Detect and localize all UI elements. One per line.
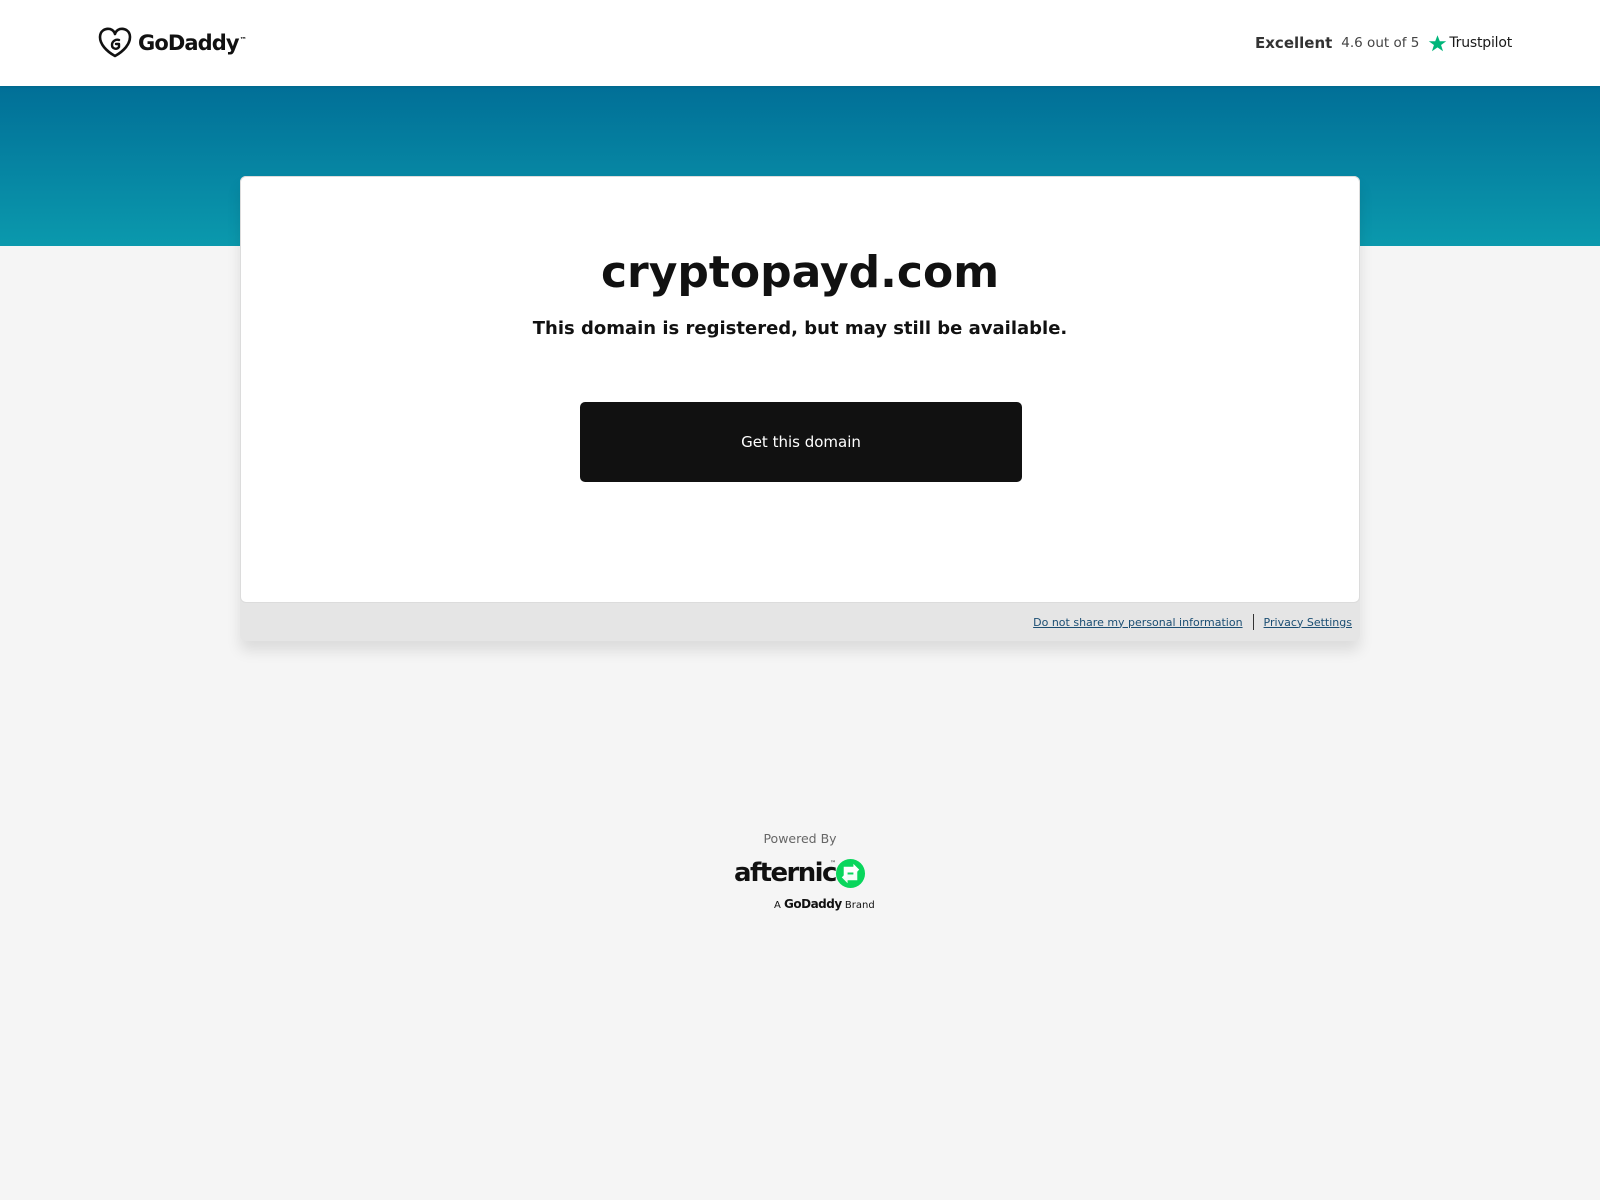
do-not-share-link[interactable]: Do not share my personal information (1033, 616, 1242, 629)
powered-by: Powered By (0, 828, 1600, 847)
domain-name: cryptopayd.com (600, 247, 1000, 298)
card-footer: Do not share my personal information Pri… (240, 603, 1360, 641)
domain-status-text: This domain is registered, but may still… (532, 318, 1068, 339)
afternic-arrows-icon (835, 858, 866, 889)
rating-score: 4.6 out of 5 (1341, 35, 1420, 51)
afternic-logo[interactable]: afternic ™ A GoDaddy Brand (734, 856, 875, 912)
top-header: GoDaddy™ Excellent 4.6 out of 5 Trustpil… (0, 0, 1600, 86)
powered-by-label: Powered By (763, 831, 837, 846)
trustpilot-star-icon (1429, 34, 1447, 51)
footer-divider (1252, 614, 1254, 630)
rating-word: Excellent (1255, 34, 1333, 52)
godaddy-logo[interactable]: GoDaddy™ (98, 27, 247, 59)
godaddy-small-wordmark: GoDaddy (784, 897, 842, 911)
godaddy-heart-icon (98, 27, 132, 58)
domain-card-container: cryptopayd.com This domain is registered… (240, 176, 1360, 641)
domain-card: cryptopayd.com This domain is registered… (240, 176, 1360, 603)
godaddy-brand-line: A GoDaddy Brand (774, 897, 875, 911)
get-this-domain-button[interactable]: Get this domain (580, 402, 1022, 482)
godaddy-wordmark: GoDaddy™ (138, 31, 247, 55)
afternic-wordmark: afternic (734, 858, 837, 888)
page: GoDaddy™ Excellent 4.6 out of 5 Trustpil… (0, 0, 1600, 1200)
trustpilot-brand: Trustpilot (1449, 35, 1512, 51)
trustpilot-rating[interactable]: Excellent 4.6 out of 5 Trustpilot (1255, 30, 1512, 56)
privacy-settings-link[interactable]: Privacy Settings (1264, 616, 1352, 629)
